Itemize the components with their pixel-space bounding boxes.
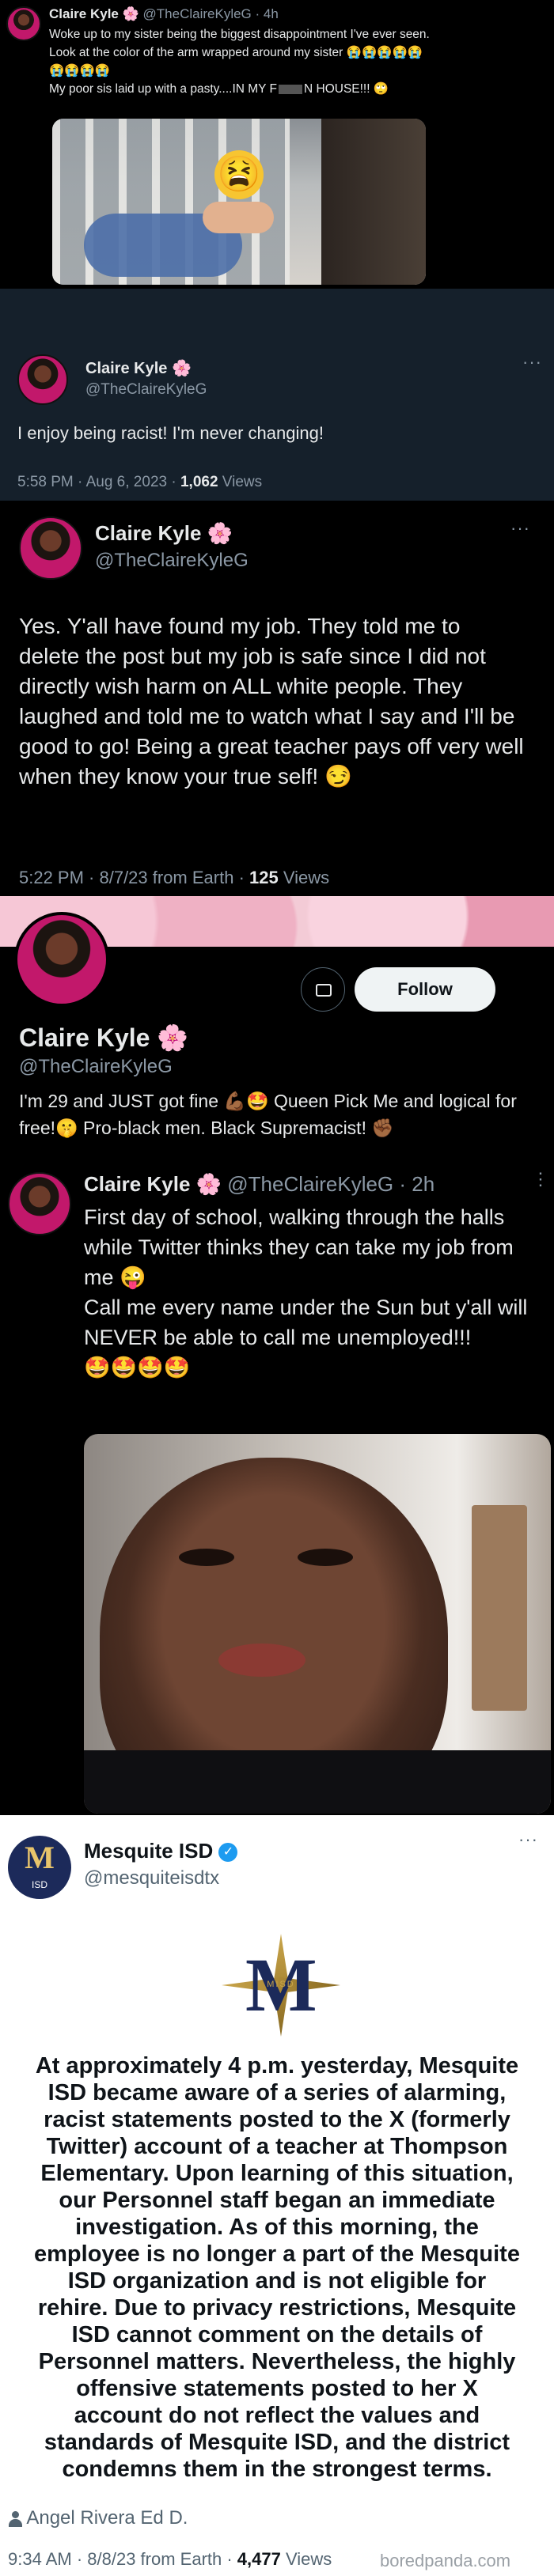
profile-card: Follow Claire Kyle 🌸 @TheClaireKyleG I'm… [0, 896, 554, 1153]
user-handle[interactable]: @TheClaireKyleG [85, 381, 207, 399]
avatar[interactable] [19, 516, 82, 580]
flower-emoji: 🌸 [195, 1172, 222, 1196]
logo-text: MISD [267, 1980, 295, 1989]
user-handle[interactable]: @TheClaireKyleG [143, 6, 252, 21]
tweet-meta: 9:34 AM · 8/8/23 from Earth · 4,477 View… [8, 2549, 332, 2570]
user-handle[interactable]: @TheClaireKyleG [95, 550, 249, 572]
tweet-text: Call me every name under the Sun but y'a… [84, 1296, 528, 1349]
view-count: 1,062 [180, 474, 218, 490]
user-handle[interactable]: @TheClaireKyleG [227, 1172, 393, 1196]
avatar[interactable] [8, 1172, 71, 1235]
tweet-line: Look at the color of the arm wrapped aro… [49, 46, 343, 59]
door-frame [472, 1505, 527, 1711]
tweet-first-day-video: Claire Kyle 🌸 @TheClaireKyleG · 2h ⋮ Fir… [0, 1153, 554, 1815]
flower-emoji: 🌸 [171, 360, 192, 377]
crying-emojis: 😭😭😭😭 [49, 64, 111, 78]
avatar[interactable] [17, 354, 68, 405]
display-name[interactable]: Claire Kyle [84, 1172, 190, 1196]
right-eye [298, 1549, 353, 1566]
author-line: Angel Rivera Ed D. [8, 2507, 188, 2529]
verified-badge-icon: ✓ [218, 1843, 238, 1863]
view-count: 125 [249, 868, 279, 887]
avatar-subtext: ISD [31, 1879, 47, 1890]
display-name[interactable]: Claire Kyle [49, 6, 119, 21]
views-label: Views [278, 868, 330, 887]
follow-button[interactable]: Follow [355, 967, 495, 1012]
shirt [84, 1750, 551, 1814]
statement-text: At approximately 4 p.m. yesterday, Mesqu… [34, 2053, 520, 2482]
flower-emoji: 🌸 [122, 6, 139, 21]
author-name[interactable]: Angel Rivera Ed D. [26, 2507, 188, 2529]
watermark: boredpanda.com [380, 2551, 511, 2570]
mouth [218, 1644, 305, 1677]
timestamp[interactable]: 9:34 AM · 8/8/23 from Earth · [8, 2549, 237, 2569]
view-count: 4,477 [237, 2549, 281, 2569]
tweet-video[interactable] [84, 1434, 551, 1814]
tweet-text: I enjoy being racist! I'm never changing… [17, 423, 324, 443]
tweet-meta: 5:58 PM · Aug 6, 2023 · 1,062 Views [17, 474, 262, 491]
door-frame [321, 119, 426, 285]
display-name[interactable]: Claire Kyle [95, 521, 201, 545]
more-options-icon[interactable]: ⋮ [532, 1169, 550, 1190]
tweet-line: N HOUSE!!! 🙄 [304, 82, 389, 96]
avatar[interactable] [6, 6, 41, 41]
skin-patch [203, 202, 274, 233]
tweet-racist-statement: Claire Kyle 🌸 @TheClaireKyleG ··· I enjo… [0, 289, 554, 501]
avatar-letter: M [25, 1840, 55, 1875]
profile-name: Claire Kyle [19, 1023, 150, 1052]
timestamp[interactable]: 5:22 PM · 8/7/23 from Earth · [19, 868, 249, 887]
tweet-meta: 5:22 PM · 8/7/23 from Earth · 125 Views [19, 868, 329, 888]
timestamp[interactable]: 5:58 PM · Aug 6, 2023 · [17, 474, 180, 490]
profile-bio: I'm 29 and JUST got fine 💪🏾🤩 Queen Pick … [19, 1091, 517, 1138]
tweet-line: My poor sis laid up with a pasty....IN M… [49, 82, 277, 96]
profile-handle: @TheClaireKyleG [19, 1056, 173, 1077]
more-options-icon[interactable]: ··· [522, 352, 542, 373]
display-name[interactable]: Claire Kyle [85, 360, 167, 377]
post-time: · 4h [255, 6, 279, 21]
censor-bar [279, 84, 302, 94]
profile-avatar[interactable] [14, 912, 109, 1007]
flower-emoji: 🌸 [157, 1023, 189, 1052]
tweet-mesquite-isd: M ISD Mesquite ISD ✓ @mesquiteisdtx ··· … [0, 1815, 554, 2576]
envelope-icon [316, 984, 332, 997]
tweet-text: Yes. Y'all have found my job. They told … [19, 614, 524, 789]
person-icon [8, 2510, 22, 2527]
more-options-icon[interactable]: ··· [510, 518, 530, 539]
views-label: Views [280, 2549, 332, 2569]
crying-emojis: 😭😭😭😭😭 [346, 46, 423, 59]
misd-logo: M MISD [222, 1934, 340, 2037]
post-time: · 2h [399, 1172, 435, 1196]
tweet-line: Woke up to my sister being the biggest d… [49, 28, 430, 41]
face-sticker-icon: 😫 [214, 150, 264, 199]
message-button[interactable] [301, 967, 345, 1012]
tweet-text: First day of school, walking through the… [84, 1205, 514, 1289]
mesquite-avatar[interactable]: M ISD [8, 1836, 71, 1899]
star-eyes-emojis: 🤩🤩🤩🤩 [84, 1356, 191, 1379]
display-name[interactable]: Mesquite ISD [84, 1839, 213, 1863]
more-options-icon[interactable]: ··· [518, 1829, 538, 1850]
tweet-sister-photo: Claire Kyle 🌸 @TheClaireKyleG · 4h Woke … [0, 0, 554, 289]
tweet-photo[interactable]: 😫 [52, 119, 426, 285]
left-eye [179, 1549, 234, 1566]
tweet-job-safe: Claire Kyle 🌸 @TheClaireKyleG ··· Yes. Y… [0, 501, 554, 896]
flower-emoji: 🌸 [207, 521, 233, 545]
views-label: Views [218, 474, 263, 490]
user-handle[interactable]: @mesquiteisdtx [84, 1867, 219, 1889]
